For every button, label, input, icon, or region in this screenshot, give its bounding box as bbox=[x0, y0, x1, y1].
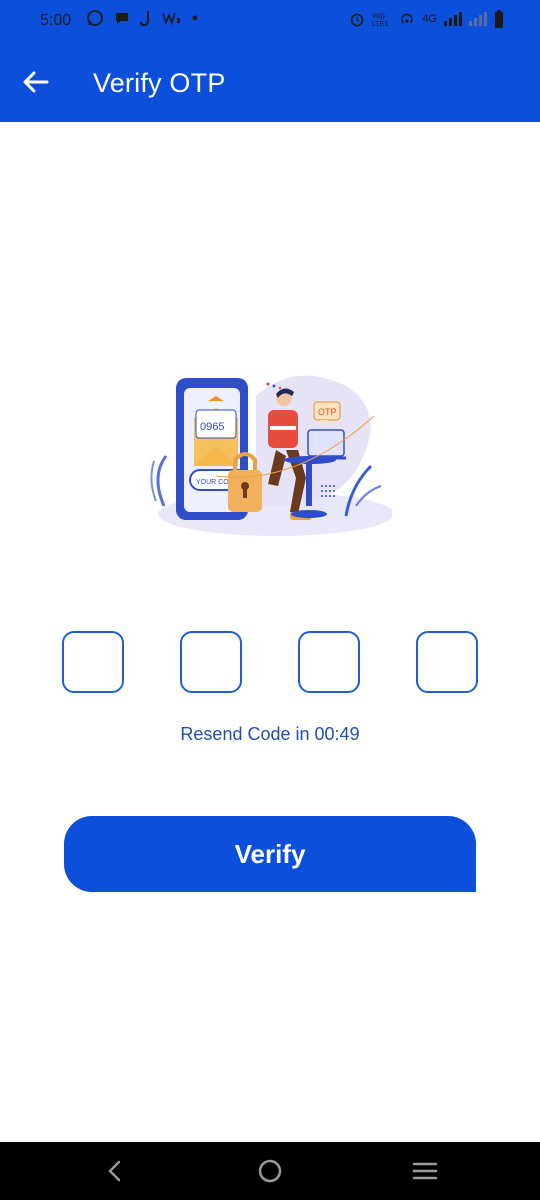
app-bar: Verify OTP bbox=[0, 44, 540, 122]
signal-4g-icon bbox=[444, 12, 462, 26]
home-nav-icon bbox=[258, 1159, 282, 1183]
w-app-icon bbox=[162, 12, 180, 25]
otp-digit-3[interactable] bbox=[298, 631, 360, 693]
verify-button[interactable]: Verify bbox=[64, 816, 476, 892]
page-title: Verify OTP bbox=[93, 68, 226, 98]
dot-icon bbox=[192, 15, 198, 21]
system-nav-bar bbox=[0, 1142, 540, 1200]
back-button[interactable] bbox=[18, 64, 54, 100]
back-nav-icon bbox=[108, 1160, 121, 1182]
volte-icon: Vo)) LTE1 bbox=[372, 13, 388, 27]
recents-nav-button[interactable] bbox=[410, 1156, 440, 1186]
svg-text:Vo)): Vo)) bbox=[372, 13, 385, 20]
j-app-icon bbox=[140, 11, 149, 27]
status-bar: 5:00 Vo)) LTE1 4G bbox=[0, 0, 540, 44]
illustration-code: 0965 bbox=[200, 421, 224, 433]
otp-digit-2[interactable] bbox=[180, 631, 242, 693]
battery-icon bbox=[495, 10, 503, 28]
whatsapp-icon bbox=[87, 10, 103, 26]
otp-digit-1[interactable] bbox=[62, 631, 124, 693]
otp-input-row bbox=[62, 631, 478, 693]
otp-illustration: 0965 YOUR CODE OTP bbox=[150, 375, 392, 536]
back-nav-button[interactable] bbox=[100, 1156, 130, 1186]
arrow-left-icon bbox=[23, 71, 49, 93]
status-time: 5:00 bbox=[40, 12, 72, 29]
chat-icon bbox=[116, 13, 128, 24]
resend-label: Resend Code in bbox=[180, 724, 310, 744]
illustration-otp-bubble: OTP bbox=[318, 407, 337, 417]
resend-code-text[interactable]: Resend Code in 00:49 bbox=[0, 724, 540, 745]
signal-icon bbox=[469, 12, 487, 26]
home-nav-button[interactable] bbox=[255, 1156, 285, 1186]
recents-nav-icon bbox=[412, 1162, 438, 1180]
alarm-icon bbox=[351, 13, 364, 27]
otp-digit-4[interactable] bbox=[416, 631, 478, 693]
status-left-icons bbox=[86, 9, 198, 27]
svg-text:LTE1: LTE1 bbox=[372, 21, 388, 27]
status-right-icons: Vo)) LTE1 4G bbox=[349, 10, 504, 28]
hotspot-icon bbox=[401, 13, 414, 24]
network-type: 4G bbox=[422, 13, 437, 25]
resend-timer: 00:49 bbox=[314, 724, 360, 744]
